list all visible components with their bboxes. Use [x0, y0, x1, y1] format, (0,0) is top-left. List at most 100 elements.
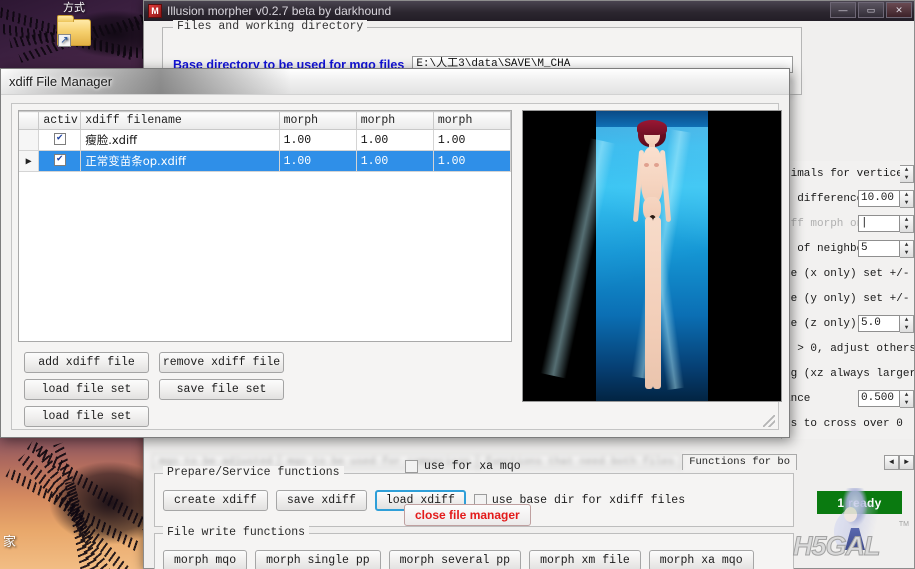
create-xdiff-button[interactable]: create xdiff — [163, 490, 268, 511]
close-file-manager-button[interactable]: close file manager — [404, 504, 531, 526]
spinner-up-icon[interactable]: ▲ — [900, 166, 913, 174]
table-row[interactable]: ✔ 瘦脸.xdiff 1.00 1.00 1.00 — [19, 129, 511, 151]
table-row[interactable]: ▶ ✔ 正常变苗条op.xdiff 1.00 1.00 1.00 — [19, 150, 511, 172]
morph-value-cell-2[interactable]: 1.00 — [356, 150, 434, 172]
morph-option-value[interactable]: 10.00 — [858, 190, 900, 207]
column-header-0[interactable] — [19, 111, 40, 130]
xdiff-file-grid[interactable]: activ xdiff filename morph morph morph ✔ 瘦脸.x… — [18, 110, 512, 342]
spinner-buttons[interactable]: ▲ ▼ — [900, 164, 914, 183]
row-marker: ▶ — [19, 150, 40, 172]
xdiff-filename-cell[interactable]: 瘦脸.xdiff — [80, 129, 280, 151]
button-row-2: load file set save file set — [24, 379, 524, 400]
window-controls: — ▭ ✕ — [830, 2, 912, 18]
app-icon: M — [148, 4, 162, 18]
files-group-title: Files and working directory — [173, 20, 368, 33]
shortcut-arrow-icon: ↗ — [58, 34, 71, 47]
tab-scroll-left-icon[interactable]: ◄ — [884, 455, 899, 470]
row-active-checkbox[interactable]: ✔ — [53, 154, 66, 167]
spinner-down-icon[interactable]: ▼ — [900, 249, 913, 257]
wallpaper-bottom-left: 家 — [0, 437, 160, 569]
morph-option-row: s > 0, adjust others — [782, 336, 914, 361]
spinner-buttons[interactable]: ▲ ▼ — [900, 314, 914, 333]
morph-option-value[interactable]: 5 — [858, 240, 900, 257]
morph-value-cell-2[interactable]: 1.00 — [356, 129, 434, 151]
morph-option-row: ance 0.500 ▲ ▼ — [782, 386, 914, 411]
spinner-buttons[interactable]: ▲ ▼ — [900, 189, 914, 208]
load-file-set-button[interactable]: load file set — [24, 379, 149, 400]
add-xdiff-file-button[interactable]: add xdiff file — [24, 352, 149, 373]
spinner-up-icon[interactable]: ▲ — [900, 241, 913, 249]
tab-3[interactable]: Functions for bo — [682, 454, 798, 470]
column-header-2[interactable]: xdiff filename — [80, 111, 280, 130]
file-manager-title: xdiff File Manager — [9, 74, 113, 89]
watermark-text: H5GAL — [793, 531, 882, 562]
spinner-up-icon[interactable]: ▲ — [900, 191, 913, 199]
morph-value-cell-3[interactable]: 1.00 — [433, 150, 511, 172]
spinner-down-icon[interactable]: ▼ — [900, 199, 913, 207]
row-active-checkbox[interactable]: ✔ — [53, 133, 66, 146]
figure-detail — [644, 163, 649, 167]
character-figure — [624, 119, 680, 401]
morph-option-label: iff morph only) — [784, 217, 858, 230]
load-file-set-button-2[interactable]: load file set — [24, 406, 149, 427]
morph-single-pp-button[interactable]: morph single pp — [255, 550, 381, 569]
morph-mqo-button[interactable]: morph mqo — [163, 550, 248, 569]
close-button[interactable]: ✕ — [886, 2, 912, 18]
watermark-tm: TM — [898, 521, 909, 528]
morpher-title-bar[interactable]: M Illusion morpher v0.2.7 beta by darkho… — [144, 1, 914, 21]
desktop-icon-folder-shortcut[interactable]: 方式 ↗ — [42, 2, 106, 48]
row-active-checkbox-cell[interactable]: ✔ — [38, 150, 82, 172]
file-write-functions-group: File write functions morph mqo morph sing… — [154, 526, 794, 569]
spinner-up-icon[interactable]: ▲ — [900, 216, 913, 224]
spinner-buttons[interactable]: ▲ ▼ — [900, 214, 914, 233]
morph-option-value[interactable]: | — [858, 215, 900, 232]
figure-detail — [654, 163, 659, 167]
tab-scroll-right-icon[interactable]: ► — [899, 455, 914, 470]
resize-grip[interactable] — [763, 415, 775, 427]
minimize-button[interactable]: — — [830, 2, 856, 18]
row-active-checkbox-cell[interactable]: ✔ — [38, 129, 82, 151]
column-header-4[interactable]: morph — [356, 111, 434, 130]
morph-option-value[interactable]: 0.500 — [858, 390, 900, 407]
maximize-button[interactable]: ▭ — [858, 2, 884, 18]
morph-option-label: r difference — [784, 192, 858, 205]
column-header-5[interactable]: morph — [433, 111, 511, 130]
morph-option-value[interactable]: 5.0 — [858, 315, 900, 332]
spinner-up-icon[interactable]: ▲ — [900, 391, 913, 399]
spinner-buttons[interactable]: ▲ ▼ — [900, 389, 914, 408]
button-row-1: add xdiff file remove xdiff file — [24, 352, 524, 373]
morph-option-row: cimals for vertices ▲ ▼ — [782, 161, 914, 186]
morph-value-cell-3[interactable]: 1.00 — [433, 129, 511, 151]
morph-option-row: le (x only) set +/- — [782, 261, 914, 286]
save-xdiff-button[interactable]: save xdiff — [275, 490, 367, 511]
column-header-3[interactable]: morph — [279, 111, 357, 130]
xdiff-filename-cell[interactable]: 正常变苗条op.xdiff — [80, 150, 280, 172]
morph-option-label: r of neighbours — [784, 242, 858, 255]
use-for-xa-mqo-checkbox[interactable] — [405, 460, 418, 473]
preview-scene — [540, 111, 708, 401]
screen: 家 方式 ↗ M Illusion morpher v0.2.7 beta by… — [0, 0, 915, 569]
spinner-buttons[interactable]: ▲ ▼ — [900, 239, 914, 258]
use-for-xa-mqo-row[interactable]: use for xa mqo — [405, 460, 521, 473]
morph-xa-mqo-button[interactable]: morph xa mqo — [648, 550, 754, 569]
save-file-set-button[interactable]: save file set — [159, 379, 284, 400]
morph-several-pp-button[interactable]: morph several pp — [388, 550, 522, 569]
spinner-down-icon[interactable]: ▼ — [900, 324, 913, 332]
morph-value-cell-1[interactable]: 1.00 — [279, 129, 357, 151]
table-body: ✔ 瘦脸.xdiff 1.00 1.00 1.00 ▶ ✔ 正常变苗条op.xdiff 1.00… — [19, 129, 511, 172]
morph-option-label: s > 0, adjust others — [784, 342, 914, 355]
prepare-group-title: Prepare/Service functions — [163, 466, 344, 479]
morph-xm-file-button[interactable]: morph xm file — [529, 550, 641, 569]
remove-xdiff-file-button[interactable]: remove xdiff file — [159, 352, 284, 373]
morph-value-cell-1[interactable]: 1.00 — [279, 150, 357, 172]
status-badge: 1 ready — [817, 491, 902, 514]
morph-option-label: le (z only) s — [784, 317, 858, 330]
morph-option-label: le (x only) set +/- — [784, 267, 910, 280]
column-header-1[interactable]: activ — [38, 111, 82, 130]
morph-option-row: range (orig).00▲▼ — [782, 436, 914, 439]
file-manager-title-bar[interactable]: xdiff File Manager — [1, 69, 789, 95]
spinner-down-icon[interactable]: ▼ — [900, 174, 913, 182]
spinner-down-icon[interactable]: ▼ — [900, 399, 913, 407]
spinner-up-icon[interactable]: ▲ — [900, 316, 913, 324]
spinner-down-icon[interactable]: ▼ — [900, 224, 913, 232]
